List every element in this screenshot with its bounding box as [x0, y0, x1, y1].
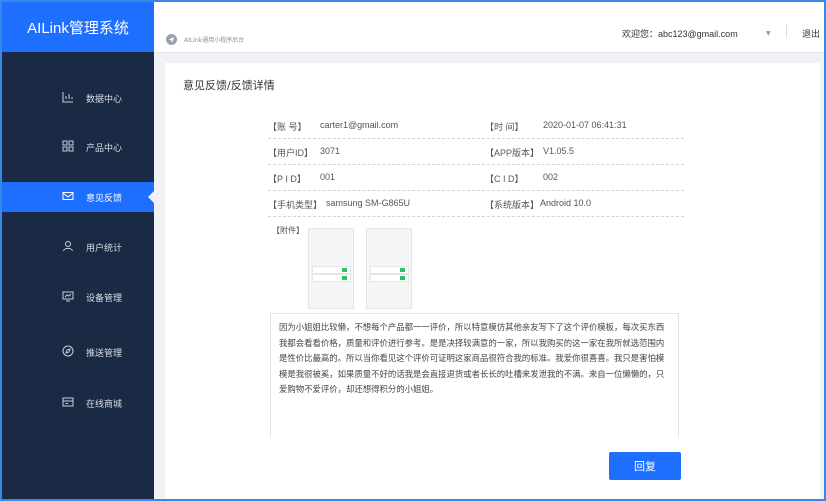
grid-icon: [62, 140, 74, 152]
store-icon: [62, 397, 74, 407]
toggle-icon: [342, 276, 347, 280]
header-divider: [786, 24, 787, 38]
sidebar-item-feedback[interactable]: 意见反馈: [2, 182, 154, 212]
feedback-content: 因为小姐姐比较懒，不想每个产品都一一评价，所以特意模仿其他亲友写下了这个评价模板…: [270, 313, 679, 437]
info-row-pid: 【P I D】 001 【C I D】 002: [268, 165, 684, 191]
sidebar-item-data-center[interactable]: 数据中心: [2, 83, 154, 113]
sidebar-item-online-store[interactable]: 在线商城: [2, 388, 154, 418]
attachment-thumbnail[interactable]: [366, 228, 412, 309]
user-email: abc123@gmail.com: [658, 29, 738, 39]
active-indicator: [148, 191, 154, 203]
sidebar-item-label: 产品中心: [86, 144, 123, 154]
sidebar-item-device-management[interactable]: 设备管理: [2, 282, 154, 312]
reply-button[interactable]: 回复: [609, 452, 681, 480]
user-icon: [63, 241, 73, 252]
bar-chart-icon: [62, 92, 73, 103]
sidebar-item-label: 意见反馈: [86, 194, 123, 204]
app-version-value: V1.05.5: [543, 146, 575, 156]
page-title: 意见反馈/反馈详情: [183, 79, 275, 92]
uid-label: 【用户ID】: [268, 148, 314, 158]
sidebar-item-product-center[interactable]: 产品中心: [2, 132, 154, 162]
account-label: 【账 号】: [268, 122, 307, 132]
info-row-phone: 【手机类型】 samsung SM-G865U 【系统版本】 Android 1…: [268, 191, 684, 217]
compass-icon: [62, 345, 74, 357]
pid-label: 【P I D】: [268, 174, 306, 184]
phone-model-label: 【手机类型】: [268, 200, 323, 210]
sidebar-item-push-management[interactable]: 推送管理: [2, 337, 154, 367]
os-version-label: 【系统版本】: [485, 200, 540, 210]
info-row-account: 【账 号】 carter1@gmail.com 【时 间】 2020-01-07…: [268, 113, 684, 139]
cid-label: 【C I D】: [485, 174, 524, 184]
sidebar: AILink管理系统 数据中心 产品中心 意见反馈 用户统计 设备管理 推送管理: [2, 2, 154, 499]
toggle-icon: [342, 268, 347, 272]
info-row-uid: 【用户ID】 3071 【APP版本】 V1.05.5: [268, 139, 684, 165]
phone-model-value: samsung SM-G865U: [326, 198, 411, 208]
logout-button[interactable]: 退出: [802, 27, 820, 40]
pid-value: 001: [320, 172, 336, 182]
chevron-down-icon[interactable]: ▼: [766, 30, 771, 37]
sidebar-item-label: 在线商城: [86, 400, 123, 410]
app-window: AILink管理系统 数据中心 产品中心 意见反馈 用户统计 设备管理 推送管理: [0, 0, 826, 501]
feedback-detail-panel: 意见反馈/反馈详情 【账 号】 carter1@gmail.com 【时 间】 …: [165, 63, 820, 499]
os-version-value: Android 10.0: [540, 198, 592, 208]
attachment-thumbnail[interactable]: [308, 228, 354, 309]
send-icon: [166, 34, 177, 45]
cid-value: 002: [543, 172, 559, 182]
sidebar-item-label: 数据中心: [86, 95, 123, 105]
user-menu[interactable]: 欢迎您：abc123@gmail.com: [622, 27, 738, 40]
toggle-icon: [400, 276, 405, 280]
app-title: AILink管理系统: [2, 2, 154, 52]
sidebar-item-user-stats[interactable]: 用户统计: [2, 232, 154, 262]
sidebar-item-label: 设备管理: [86, 294, 123, 304]
sidebar-item-label: 推送管理: [86, 349, 123, 359]
time-label: 【时 间】: [485, 122, 524, 132]
breadcrumb[interactable]: AILink通用小程序后台: [184, 35, 244, 44]
sidebar-item-label: 用户统计: [86, 244, 123, 254]
time-value: 2020-01-07 06:41:31: [543, 120, 627, 130]
welcome-label: 欢迎您：: [622, 30, 659, 40]
device-icon: [62, 291, 74, 302]
account-value: carter1@gmail.com: [320, 120, 399, 130]
top-header: AILink通用小程序后台 欢迎您：abc123@gmail.com ▼ 退出: [154, 2, 824, 53]
attachment-label: 【附件】: [272, 226, 304, 235]
mail-icon: [62, 192, 74, 200]
app-version-label: 【APP版本】: [485, 148, 540, 158]
uid-value: 3071: [320, 146, 341, 156]
toggle-icon: [400, 268, 405, 272]
